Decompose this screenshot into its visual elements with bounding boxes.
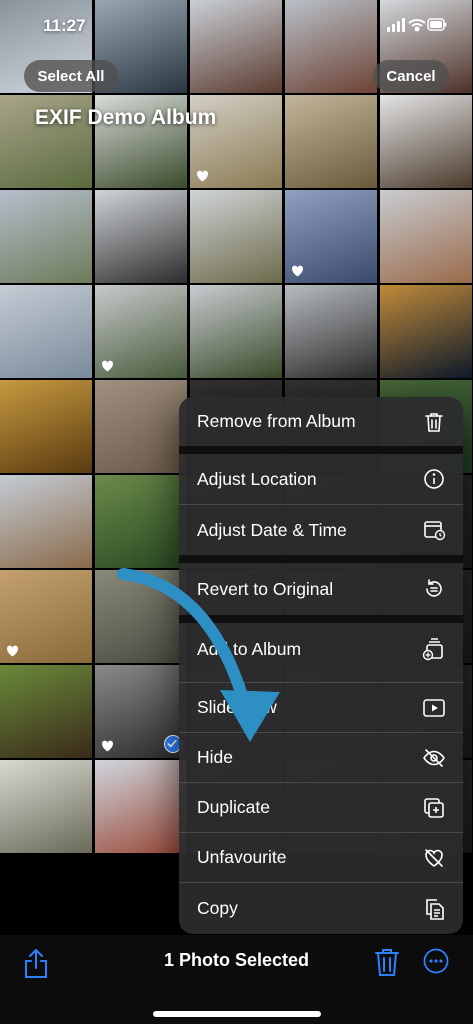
photo-thumbnail[interactable] bbox=[95, 380, 187, 473]
menu-item-add-to-album[interactable]: Add to Album bbox=[179, 623, 463, 675]
wifi-icon bbox=[408, 19, 426, 32]
copy-icon bbox=[426, 898, 444, 920]
cancel-button[interactable]: Cancel bbox=[373, 60, 449, 92]
play-icon bbox=[423, 698, 445, 717]
menu-item-label: Slideshow bbox=[197, 697, 277, 717]
add-to-album-icon bbox=[422, 638, 443, 661]
menu-item-label: Copy bbox=[197, 898, 238, 918]
menu-item-label: Unfavourite bbox=[197, 847, 287, 867]
status-time: 11:27 bbox=[43, 16, 86, 35]
photo-thumbnail[interactable] bbox=[95, 760, 187, 853]
menu-item-adjust-date-time[interactable]: Adjust Date & Time bbox=[179, 505, 463, 555]
photo-thumbnail[interactable] bbox=[380, 285, 472, 378]
photo-thumbnail[interactable] bbox=[285, 285, 377, 378]
signal-icon bbox=[387, 18, 405, 32]
favourite-heart-icon bbox=[102, 740, 114, 752]
menu-group-divider bbox=[179, 446, 463, 454]
menu-item-adjust-location[interactable]: Adjust Location bbox=[179, 454, 463, 504]
bottom-toolbar: 1 Photo Selected bbox=[0, 935, 473, 1024]
photo-thumbnail[interactable] bbox=[285, 190, 377, 283]
favourite-heart-icon bbox=[7, 645, 19, 657]
menu-item-slideshow[interactable]: Slideshow bbox=[179, 683, 463, 732]
photo-thumbnail[interactable] bbox=[95, 285, 187, 378]
revert-icon bbox=[426, 579, 442, 597]
menu-item-label: Add to Album bbox=[197, 638, 302, 659]
favourite-heart-icon bbox=[292, 265, 304, 277]
photo-thumbnail[interactable] bbox=[0, 665, 92, 758]
photo-thumbnail[interactable] bbox=[380, 95, 472, 188]
location-info-icon bbox=[424, 469, 444, 489]
home-indicator bbox=[153, 1011, 321, 1017]
photo-thumbnail[interactable] bbox=[380, 190, 472, 283]
heart-slash-icon bbox=[425, 848, 443, 867]
select-all-button[interactable]: Select All bbox=[24, 60, 118, 92]
photo-thumbnail[interactable] bbox=[0, 760, 92, 853]
photo-thumbnail[interactable] bbox=[0, 190, 92, 283]
menu-item-hide[interactable]: Hide bbox=[179, 733, 463, 782]
menu-group-divider bbox=[179, 555, 463, 563]
photo-thumbnail[interactable] bbox=[95, 475, 187, 568]
menu-item-label: Duplicate bbox=[197, 797, 270, 817]
album-title: EXIF Demo Album bbox=[35, 106, 217, 129]
photo-thumbnail[interactable] bbox=[0, 285, 92, 378]
menu-item-copy[interactable]: Copy bbox=[179, 883, 463, 934]
menu-group-divider bbox=[179, 615, 463, 623]
photo-thumbnail[interactable] bbox=[0, 475, 92, 568]
eye-slash-icon bbox=[423, 748, 445, 767]
status-icons bbox=[387, 18, 447, 32]
photo-thumbnail[interactable] bbox=[285, 0, 377, 93]
menu-item-label: Revert to Original bbox=[197, 578, 334, 599]
menu-item-unfavourite[interactable]: Unfavourite bbox=[179, 833, 463, 882]
trash-icon[interactable] bbox=[374, 946, 400, 978]
menu-item-label: Adjust Location bbox=[197, 468, 317, 489]
menu-item-label: Remove from Album bbox=[197, 411, 356, 431]
menu-item-revert-to-original[interactable]: Revert to Original bbox=[179, 563, 463, 615]
battery-icon bbox=[427, 18, 447, 31]
photo-thumbnail[interactable] bbox=[190, 285, 282, 378]
photo-thumbnail[interactable] bbox=[0, 380, 92, 473]
menu-item-label: Adjust Date & Time bbox=[197, 519, 347, 540]
calendar-clock-icon bbox=[424, 521, 446, 541]
photo-thumbnail[interactable] bbox=[95, 570, 187, 663]
favourite-heart-icon bbox=[102, 360, 114, 372]
photo-thumbnail[interactable] bbox=[0, 570, 92, 663]
menu-item-duplicate[interactable]: Duplicate bbox=[179, 783, 463, 832]
context-menu: Remove from Album Adjust Location Adjust… bbox=[179, 397, 463, 934]
menu-item-label: Hide bbox=[197, 747, 233, 767]
trash-icon bbox=[425, 412, 443, 432]
photo-thumbnail[interactable] bbox=[285, 95, 377, 188]
photo-thumbnail[interactable] bbox=[190, 0, 282, 93]
menu-item-remove-from-album[interactable]: Remove from Album bbox=[179, 397, 463, 446]
favourite-heart-icon bbox=[197, 170, 209, 182]
selected-count-label: 1 Photo Selected bbox=[163, 950, 310, 970]
more-icon[interactable] bbox=[423, 948, 449, 974]
photo-thumbnail[interactable] bbox=[95, 665, 187, 758]
duplicate-icon bbox=[424, 797, 444, 818]
photo-thumbnail[interactable] bbox=[190, 190, 282, 283]
photo-thumbnail[interactable] bbox=[95, 190, 187, 283]
